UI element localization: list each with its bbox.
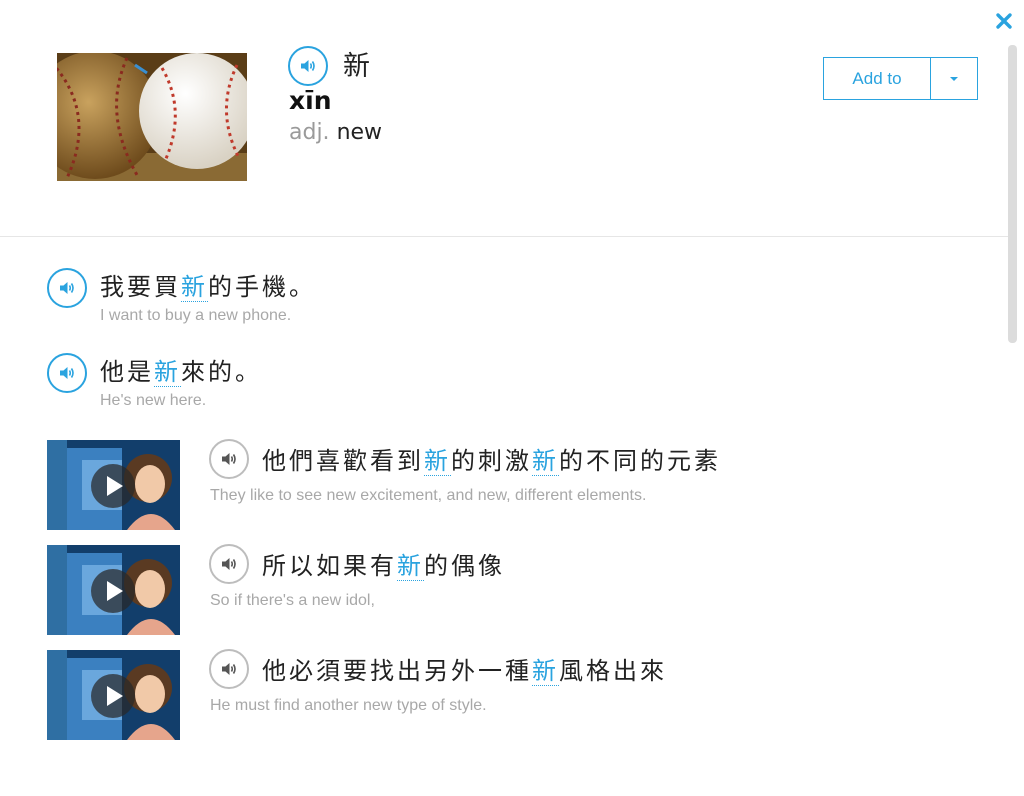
video-audio-button[interactable] [209,544,249,584]
video-translation: He must find another new type of style. [210,697,487,714]
word-header: 新 xīn adj. new Add to [0,0,1008,237]
example-translation: I want to buy a new phone. [100,307,292,324]
example-sentence: 他是新來的。 [100,358,262,387]
video-thumbnail[interactable] [47,545,180,635]
example-audio-button[interactable] [47,268,87,308]
definition-text: new [336,120,383,145]
example-sentence: 我要買新的手機。 [100,273,316,302]
highlighted-word[interactable]: 新 [532,447,559,476]
word-pinyin: xīn [289,86,332,115]
video-sentence: 他們喜歡看到新的刺激新的不同的元素 [262,447,721,476]
speaker-icon [222,663,236,675]
chevron-down-icon [950,76,958,81]
highlighted-word[interactable]: 新 [154,358,181,387]
part-of-speech: adj. [289,120,330,145]
scrollbar[interactable] [1008,45,1017,343]
video-audio-button[interactable] [209,649,249,689]
word-audio-button[interactable] [288,46,328,86]
speaker-icon [60,282,74,294]
speaker-icon [301,60,315,72]
highlighted-word[interactable]: 新 [181,273,208,302]
speaker-icon [60,367,74,379]
word-character: 新 [343,51,370,82]
speaker-icon [222,453,236,465]
add-to-menu-button[interactable] [930,58,977,99]
example-audio-button[interactable] [47,353,87,393]
video-sentence: 他必須要找出另外一種新風格出來 [262,657,667,686]
word-definition: adj. new [289,120,382,145]
video-audio-button[interactable] [209,439,249,479]
example-translation: He's new here. [100,392,207,409]
highlighted-word[interactable]: 新 [532,657,559,686]
video-thumbnail[interactable] [47,650,180,740]
highlighted-word[interactable]: 新 [397,552,424,581]
add-to-button[interactable]: Add to [824,58,930,99]
video-translation: So if there's a new idol, [210,592,375,609]
highlighted-word[interactable]: 新 [424,447,451,476]
word-image [57,53,247,181]
add-to-dropdown[interactable]: Add to [823,57,978,100]
video-thumbnail[interactable] [47,440,180,530]
speaker-icon [222,558,236,570]
video-translation: They like to see new excitement, and new… [210,487,647,504]
video-sentence: 所以如果有新的偶像 [262,552,505,581]
